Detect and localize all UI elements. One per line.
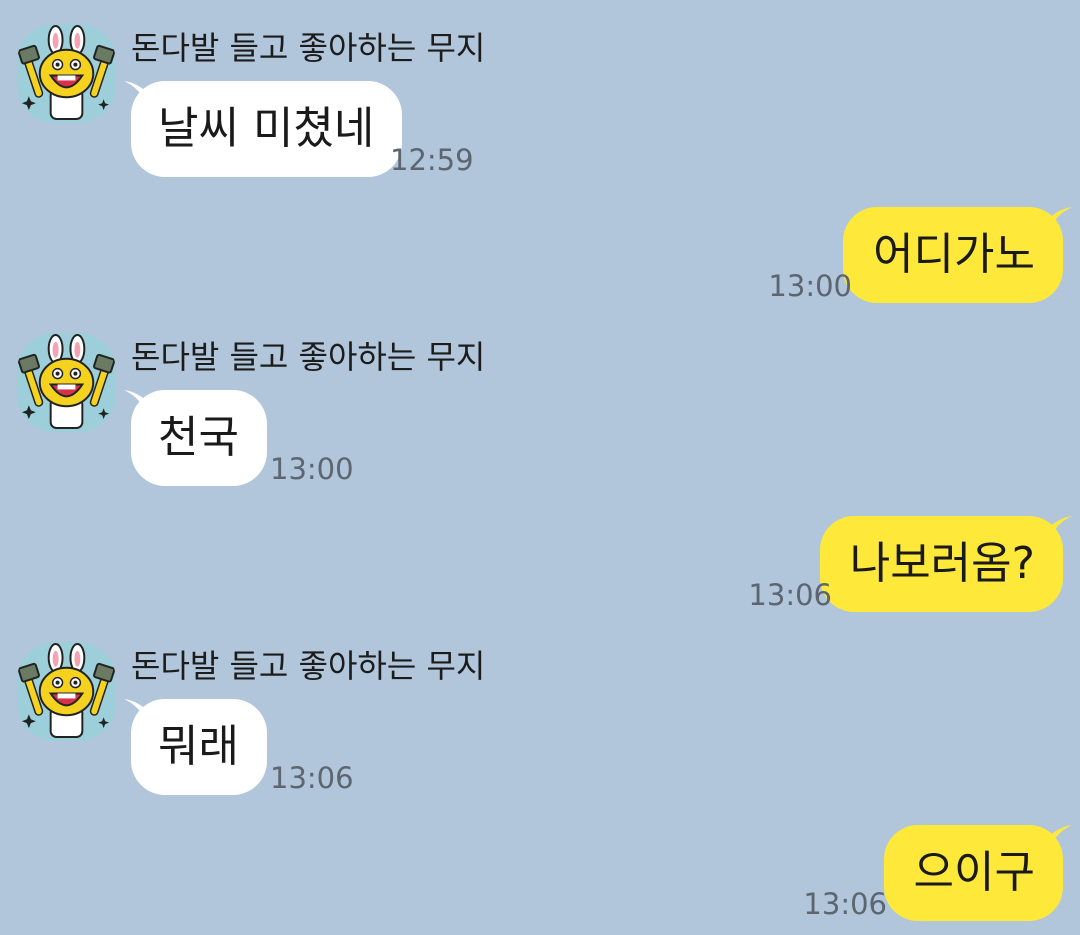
message-bubble[interactable]: 천국: [131, 390, 267, 486]
timestamp: 13:06: [748, 578, 832, 612]
bubble-tail: [1046, 825, 1072, 855]
message-bubble[interactable]: 날씨 미쳤네: [131, 81, 403, 177]
timestamp: 12:59: [390, 143, 474, 177]
message-text: 날씨 미쳤네: [158, 103, 375, 154]
message-bubble[interactable]: 뭐래: [131, 699, 267, 795]
muzi-character-icon: [17, 24, 116, 123]
bubble-tail: [124, 699, 150, 729]
message-bubble[interactable]: 나보러옴?: [819, 516, 1063, 612]
timestamp: 13:06: [270, 761, 354, 795]
timestamp: 13:06: [803, 887, 887, 921]
bubble-tail: [124, 390, 150, 420]
muzi-character-icon: [17, 333, 116, 432]
bubble-tail: [1046, 516, 1072, 546]
sender-name: 돈다발 들고 좋아하는 무지: [131, 29, 486, 67]
avatar[interactable]: [17, 642, 116, 741]
sender-name: 돈다발 들고 좋아하는 무지: [131, 338, 486, 376]
avatar[interactable]: [17, 24, 116, 123]
message-text: 어디가노: [873, 229, 1035, 280]
message-text: 뭐래: [158, 721, 239, 772]
avatar[interactable]: [17, 333, 116, 432]
muzi-character-icon: [17, 642, 116, 741]
message-text: 으이구: [913, 847, 1035, 898]
bubble-tail: [1046, 207, 1072, 237]
message-text: 나보러옴?: [849, 538, 1035, 589]
message-text: 천국: [158, 412, 239, 463]
bubble-tail: [124, 81, 150, 111]
sender-name: 돈다발 들고 좋아하는 무지: [131, 647, 486, 685]
timestamp: 13:00: [270, 452, 354, 486]
message-bubble[interactable]: 으이구: [883, 825, 1063, 921]
message-bubble[interactable]: 어디가노: [843, 207, 1063, 303]
timestamp: 13:00: [768, 269, 852, 303]
